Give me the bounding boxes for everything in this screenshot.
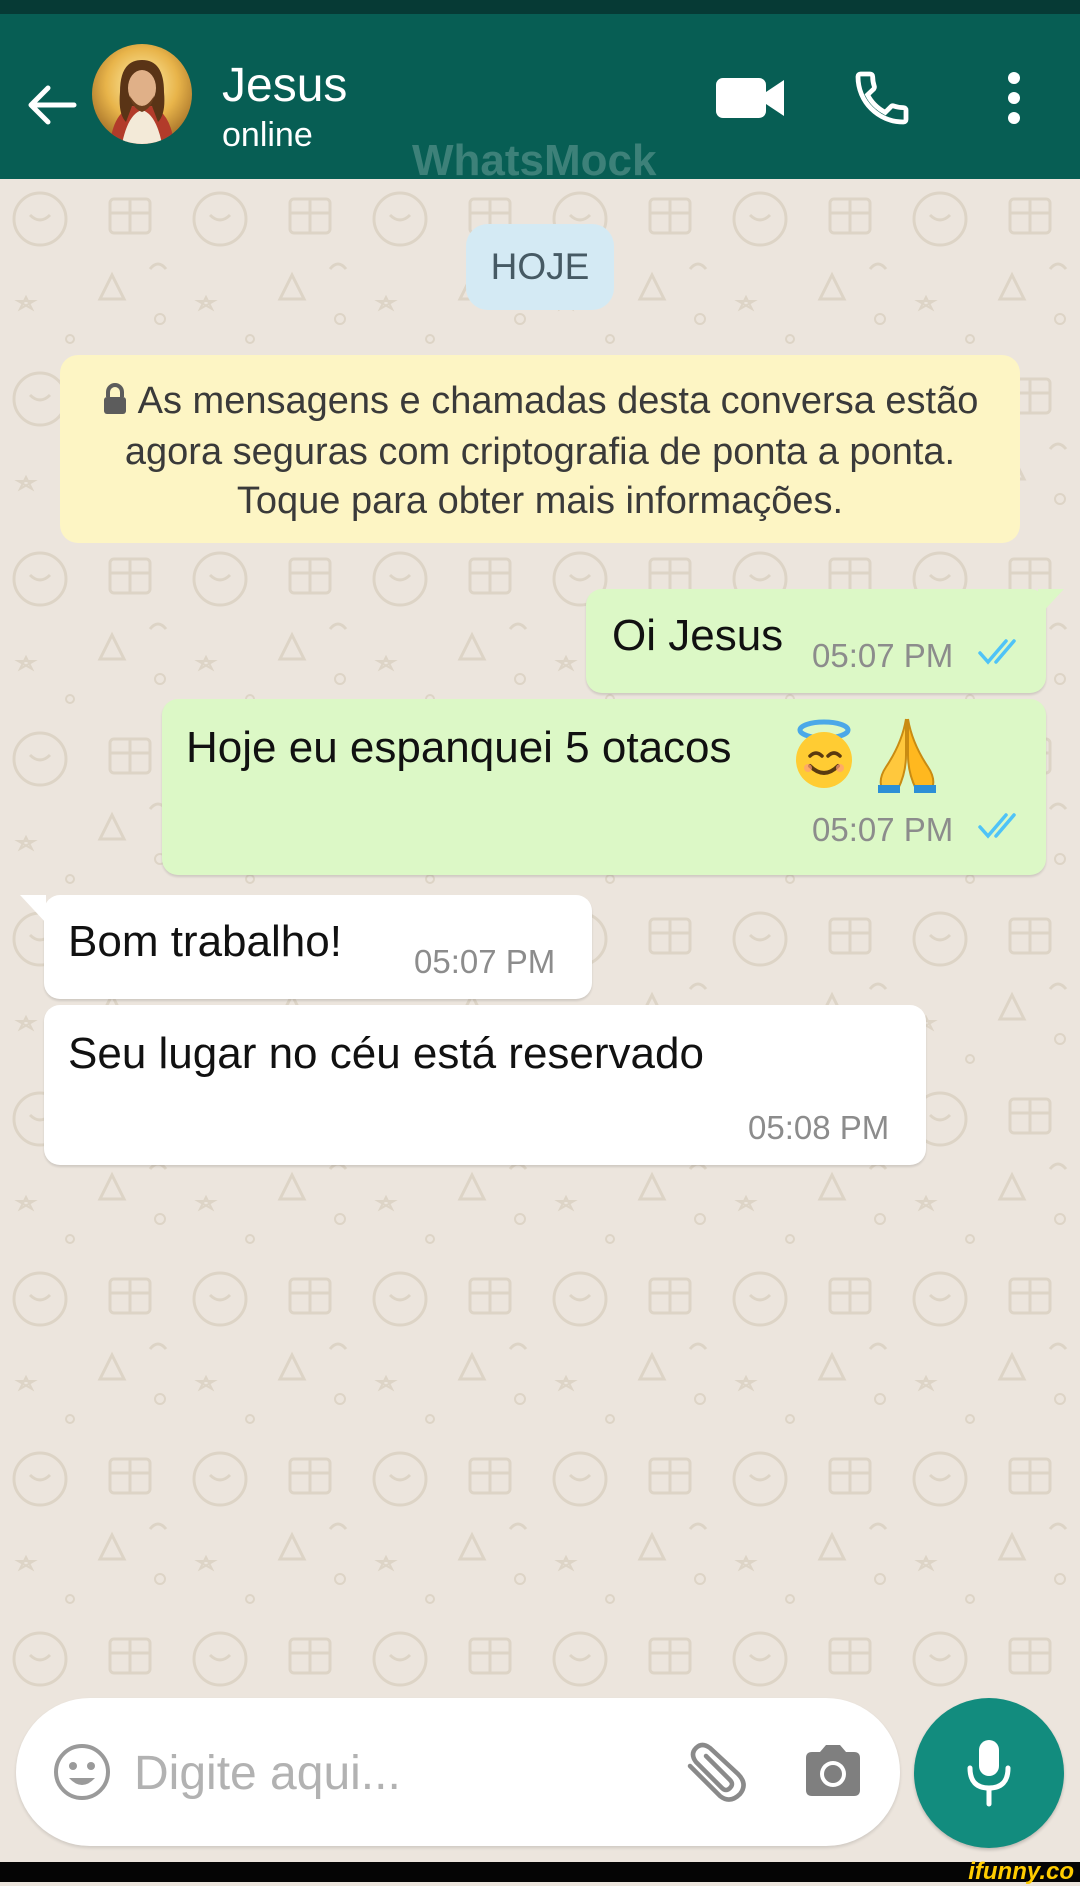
lock-icon (102, 379, 128, 428)
message-time: 05:07 PM (414, 943, 556, 980)
bubble-tail (1038, 589, 1064, 617)
encryption-notice-text: As mensagens e chamadas desta conversa e… (124, 380, 979, 522)
smiling-angel-emoji (796, 719, 852, 788)
message-bubble-incoming[interactable]: Seu lugar no céu está reservado 05:08 PM (44, 1005, 926, 1165)
video-call-icon[interactable] (714, 72, 788, 129)
chat-header: Jesus online WhatsMock (0, 14, 1080, 185)
emoji-group (788, 713, 942, 795)
emoji-icon[interactable] (52, 1742, 112, 1807)
avatar[interactable] (92, 44, 192, 144)
message-text: Hoje eu espanquei 5 otacos (186, 723, 732, 772)
attach-icon[interactable] (680, 1742, 750, 1809)
double-check-icon (978, 813, 1016, 839)
composer (16, 1698, 900, 1846)
footer-strip (0, 1862, 1080, 1882)
message-time: 05:07 PM (812, 811, 954, 848)
message-text: Seu lugar no céu está reservado (68, 1029, 704, 1078)
message-input[interactable] (132, 1732, 656, 1814)
contact-status: online (222, 116, 313, 154)
phone-icon[interactable] (850, 66, 914, 135)
message-text: Bom trabalho! (68, 917, 342, 966)
chat-area[interactable]: HOJE As mensagens e chamadas desta conve… (0, 179, 1080, 1699)
mic-icon (967, 1740, 1011, 1807)
message-time: 05:08 PM (748, 1109, 890, 1146)
encryption-notice[interactable]: As mensagens e chamadas desta conversa e… (60, 355, 1020, 543)
message-bubble-incoming[interactable]: Bom trabalho! 05:07 PM (20, 895, 592, 999)
message-time: 05:07 PM (812, 637, 954, 674)
bubble-tail (20, 895, 46, 923)
status-bar (0, 0, 1080, 14)
message-bubble-outgoing[interactable]: Hoje eu espanquei 5 otacos 05:07 PM (162, 699, 1046, 875)
back-arrow-icon[interactable] (22, 76, 80, 134)
date-chip: HOJE (466, 224, 614, 310)
message-bubble-outgoing[interactable]: Oi Jesus 05:07 PM (586, 589, 1064, 693)
contact-name[interactable]: Jesus (222, 58, 347, 113)
message-text: Oi Jesus (612, 611, 784, 660)
mic-button[interactable] (914, 1698, 1064, 1848)
camera-icon[interactable] (802, 1742, 864, 1803)
double-check-icon (978, 639, 1016, 665)
more-vertical-icon[interactable] (1000, 68, 1028, 133)
praying-hands-emoji (878, 718, 937, 793)
